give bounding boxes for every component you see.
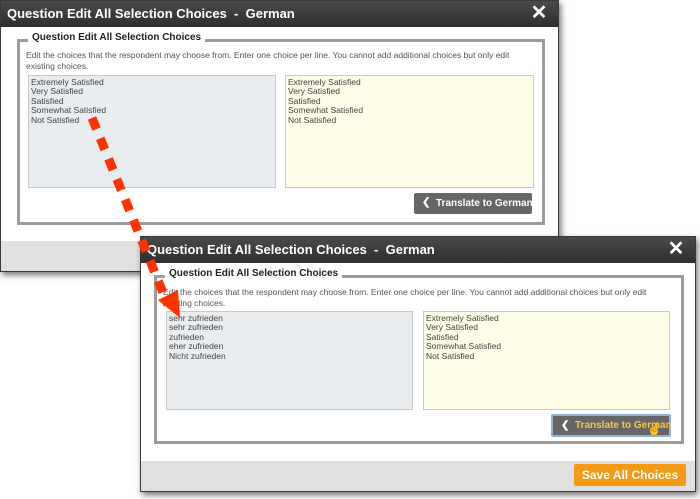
choice-line: Not Satisfied [426,350,475,361]
chevron-left-icon: ❮ [561,420,570,431]
dialog-titlebar: Question Edit All Selection Choices - Ge… [141,237,695,263]
close-icon[interactable]: ✕ [529,3,549,23]
save-all-choices-button[interactable]: Save All Choices [574,464,686,486]
target-choices-textarea[interactable]: Extremely Satisfied Very Satisfied Satis… [423,311,670,410]
dialog-titlebar: Question Edit All Selection Choices - Ge… [1,1,558,27]
instructions-text: Edit the choices that the respondent may… [26,50,510,71]
close-icon[interactable]: ✕ [666,239,686,259]
dialog-title: Question Edit All Selection Choices - Ge… [147,242,435,257]
translate-button[interactable]: ❮ Translate to German [414,193,533,214]
choice-line: Not Satisfied [31,114,80,125]
choice-line: Very Satisfied [288,86,340,97]
choice-line: Not Satisfied [288,114,337,125]
dialog-footer: Save All Choices [141,461,695,491]
fieldset-legend: Question Edit All Selection Choices [28,32,206,43]
target-choices-textarea[interactable]: Extremely Satisfied Very Satisfied Satis… [285,75,534,188]
choice-line: Very Satisfied [31,86,83,97]
instructions-text: Edit the choices that the respondent may… [163,287,647,308]
dialog-title: Question Edit All Selection Choices - Ge… [7,6,295,21]
choices-fieldset: Question Edit All Selection Choices Edit… [17,32,545,225]
dialog-original: Question Edit All Selection Choices - Ge… [0,0,559,272]
translate-button-label: Translate to German [436,198,533,209]
source-choices-textarea[interactable]: sehr zufrieden sehr zufrieden zufrieden … [166,311,413,410]
hand-cursor-icon: ☝ [647,422,662,436]
choice-line: sehr zufrieden [169,322,223,333]
choice-line: Nicht zufrieden [169,350,226,361]
choice-line: Very Satisfied [426,322,478,333]
translate-button[interactable]: ❮ Translate to German ☝ [551,414,672,437]
chevron-left-icon: ❮ [422,197,431,208]
source-choices-textarea[interactable]: Extremely Satisfied Very Satisfied Satis… [28,75,276,188]
dialog-translated: Question Edit All Selection Choices - Ge… [140,236,696,492]
choices-fieldset: Question Edit All Selection Choices Edit… [154,268,684,444]
fieldset-legend: Question Edit All Selection Choices [165,268,343,279]
